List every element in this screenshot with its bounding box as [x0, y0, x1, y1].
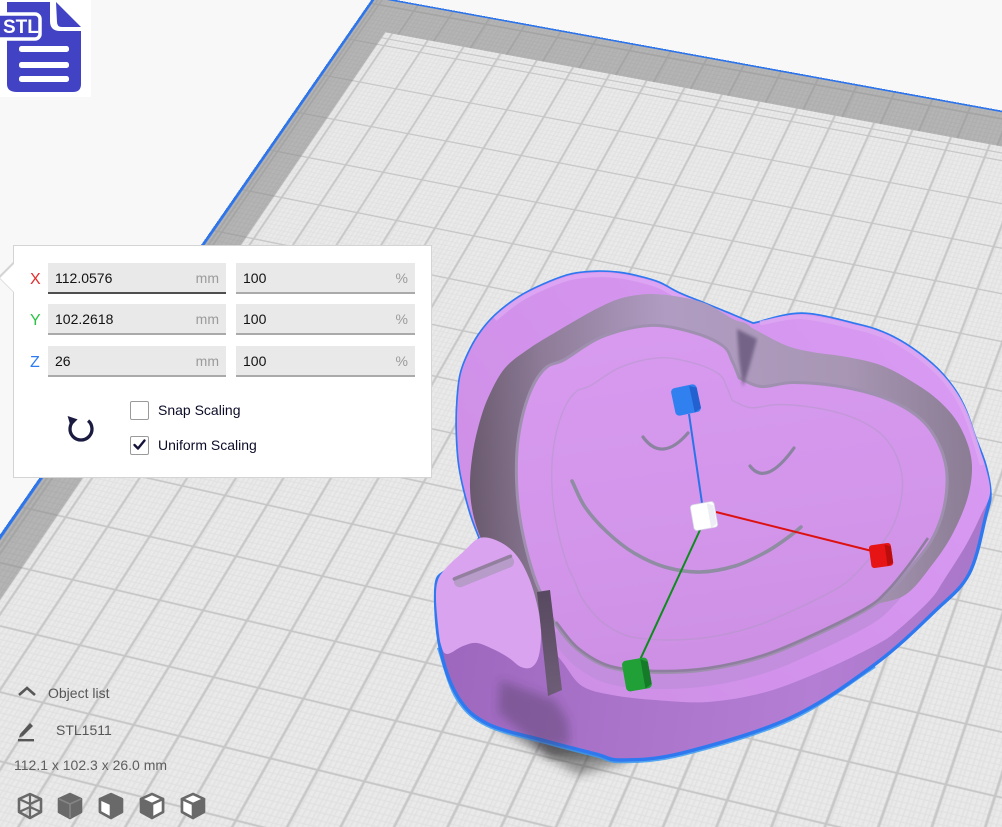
svg-text:STL: STL: [3, 17, 39, 38]
